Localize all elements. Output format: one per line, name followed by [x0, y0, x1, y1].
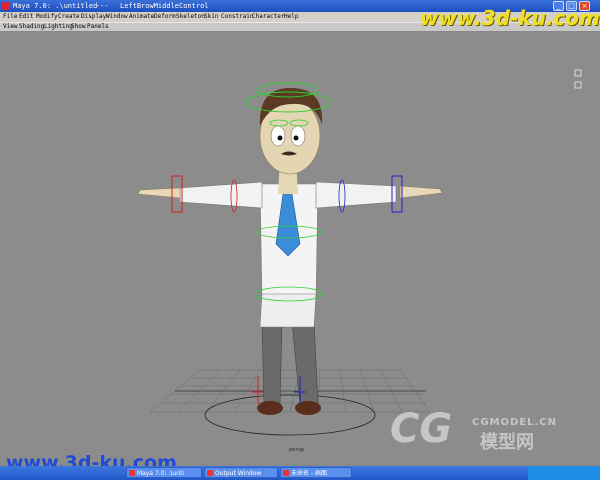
menu-create[interactable]: Create	[58, 12, 80, 22]
taskbar-item-output-window[interactable]: Output Window	[204, 467, 278, 478]
cgmodel-logo: CG CGMODEL.CN 模型网	[390, 406, 600, 462]
menu-constrain[interactable]: Constrain	[221, 12, 254, 22]
menu-help[interactable]: Help	[284, 12, 298, 22]
logo-cg-text: CG	[390, 406, 453, 452]
camera-label: persp	[289, 447, 305, 453]
maya-app-icon[interactable]	[2, 2, 10, 10]
selected-object-name: LeftBrowMiddleControl	[120, 2, 209, 10]
root-circle-control[interactable]	[204, 394, 376, 436]
left-pupil	[277, 135, 283, 141]
left-hand[interactable]	[137, 187, 181, 199]
panel-menu-panels[interactable]: Panels	[87, 22, 109, 32]
left-leg[interactable]	[261, 321, 283, 405]
left-arm[interactable]	[179, 181, 263, 209]
menu-character[interactable]: Character	[252, 12, 285, 22]
left-shoe[interactable]	[257, 401, 283, 415]
menu-edit[interactable]: Edit	[19, 12, 33, 22]
menu-display[interactable]: Display	[81, 12, 106, 22]
window-title: Maya 7.0: .\untitled	[13, 2, 98, 10]
right-arm[interactable]	[315, 181, 397, 209]
panel-menu-view[interactable]: View	[3, 22, 17, 32]
shirt-lower	[259, 293, 317, 328]
output-task-icon	[207, 470, 213, 476]
panel-menu-show[interactable]: Show	[71, 22, 85, 32]
menu-file[interactable]: File	[3, 12, 17, 22]
system-tray[interactable]	[528, 466, 600, 480]
right-shoe[interactable]	[295, 401, 321, 415]
taskbar-item-paint[interactable]: 未命名 - 画图	[280, 467, 352, 478]
right-eye[interactable]	[290, 125, 306, 147]
perspective-viewport[interactable]: persp	[0, 32, 600, 462]
right-pupil	[293, 135, 299, 141]
taskbar-item-label: Maya 7.0: .\unti	[137, 470, 185, 477]
viewport-scene[interactable]	[0, 32, 600, 462]
panel-menu-lighting[interactable]: Lighting	[44, 22, 73, 32]
windows-taskbar: Maya 7.0: .\unti Output Window 未命名 - 画图	[0, 466, 600, 480]
paint-task-icon	[283, 470, 289, 476]
menu-modify[interactable]: Modify	[36, 12, 58, 22]
menu-animate[interactable]: Animate	[129, 12, 154, 22]
title-separator: ---	[96, 2, 109, 10]
taskbar-item-maya[interactable]: Maya 7.0: .\unti	[126, 467, 202, 478]
watermark-top: www.3d-ku.com	[420, 6, 600, 30]
menu-skin[interactable]: Skin	[204, 12, 218, 22]
logo-site-text: CGMODEL.CN	[472, 417, 558, 428]
logo-chinese-text: 模型网	[480, 432, 534, 453]
view-navigation-icons[interactable]	[573, 68, 583, 92]
menu-skeleton[interactable]: Skeleton	[176, 12, 205, 22]
right-hand[interactable]	[399, 185, 443, 199]
menu-deform[interactable]: Deform	[154, 12, 176, 22]
taskbar-item-label: 未命名 - 画图	[291, 470, 327, 477]
menu-window[interactable]: Window	[106, 12, 128, 22]
taskbar-item-label: Output Window	[215, 470, 262, 477]
maya-task-icon	[129, 470, 135, 476]
left-eye[interactable]	[270, 125, 286, 147]
panel-menu-shading[interactable]: Shading	[19, 22, 44, 32]
